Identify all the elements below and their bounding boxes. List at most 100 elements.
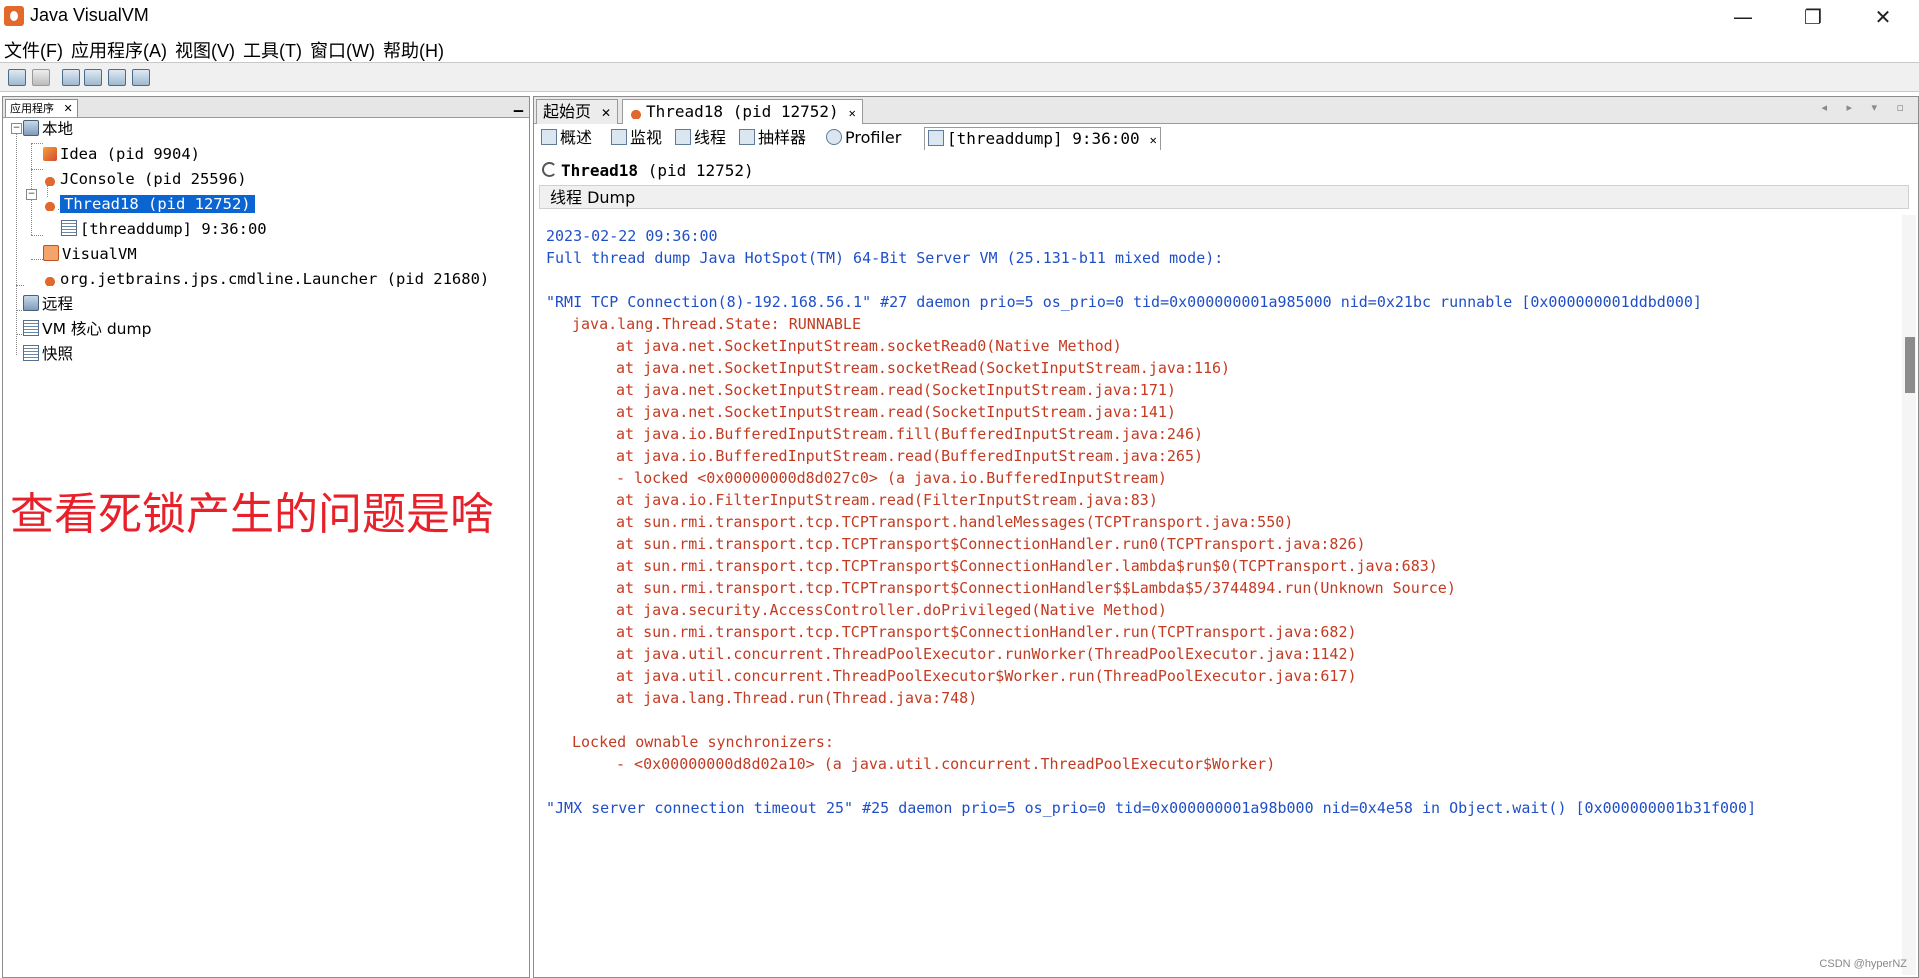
thread-dump-text[interactable]: 2023-02-22 09:36:00 Full thread dump Jav…: [536, 215, 1896, 975]
tree-item-launcher[interactable]: org.jetbrains.jps.cmdline.Launcher (pid …: [43, 267, 489, 291]
tree-item-visualvm[interactable]: VisualVM: [43, 242, 137, 266]
expand-thread18-toggle[interactable]: −: [26, 189, 37, 200]
tab-overview[interactable]: 概述: [538, 127, 595, 149]
applications-tab-bar: 应用程序 ✕ ▁: [3, 97, 529, 118]
tree-item-vm-core-dump-label: VM 核心 dump: [42, 320, 152, 338]
computer-icon: [23, 120, 39, 136]
tree-item-thread18-label: Thread18 (pid 12752): [60, 195, 255, 213]
tab-sampler[interactable]: 抽样器: [736, 127, 809, 149]
stack-frame: at java.security.AccessController.doPriv…: [616, 601, 1167, 619]
thread-header: "RMI TCP Connection(8)-192.168.56.1" #27…: [546, 293, 1702, 311]
menu-view[interactable]: 视图(V): [171, 34, 239, 62]
close-icon[interactable]: ✕: [601, 106, 611, 120]
add-core-dump-icon[interactable]: [132, 69, 150, 86]
vertical-scrollbar[interactable]: [1902, 215, 1916, 975]
stack-frame-lock: - locked <0x00000000d8d027c0> (a java.io…: [616, 469, 1167, 487]
monitor-icon: [611, 129, 627, 145]
applications-tab-label: 应用程序: [10, 102, 54, 115]
header-app-name: Thread18: [561, 161, 639, 180]
tab-profiler[interactable]: Profiler: [823, 127, 904, 149]
save-icon[interactable]: [32, 69, 50, 86]
menu-tools[interactable]: 工具(T): [239, 34, 306, 62]
section-header: 线程 Dump: [539, 185, 1909, 209]
tab-threaddump[interactable]: [threaddump] 9:36:00 ✕: [924, 127, 1161, 150]
stack-frame: at java.util.concurrent.ThreadPoolExecut…: [616, 645, 1357, 663]
tab-threads-label: 线程: [694, 128, 727, 147]
stack-frame: at java.io.FilterInputStream.read(Filter…: [616, 491, 1158, 509]
tab-start-page[interactable]: 起始页 ✕: [536, 99, 619, 124]
close-button[interactable]: ✕: [1848, 0, 1918, 34]
toolbar: [0, 62, 1919, 92]
tree-item-jconsole-label: JConsole (pid 25596): [60, 170, 247, 188]
annotation-text: 查看死锁产生的问题是啥: [10, 489, 494, 540]
applications-tab-close-icon[interactable]: ✕: [64, 102, 73, 115]
menu-applications[interactable]: 应用程序(A): [67, 34, 171, 62]
expand-local-toggle[interactable]: −: [11, 123, 22, 134]
tree-line: [31, 235, 43, 236]
tree-line: [16, 133, 17, 355]
tab-threads[interactable]: 线程: [672, 127, 729, 149]
section-title: 线程 Dump: [550, 188, 636, 207]
tab-monitor-label: 监视: [630, 128, 663, 147]
menu-window[interactable]: 窗口(W): [306, 34, 379, 62]
tree-line: [31, 143, 43, 144]
tree-item-snapshots-label: 快照: [42, 345, 74, 363]
tree-item-jconsole[interactable]: JConsole (pid 25596): [43, 167, 247, 191]
thread-state: java.lang.Thread.State: RUNNABLE: [572, 315, 861, 333]
tab-threaddump-label: [threaddump] 9:36:00: [947, 129, 1140, 148]
main-panel: 起始页 ✕ Thread18 (pid 12752) ✕ ◂ ▸ ▾ ▫ 概述 监视…: [533, 96, 1919, 978]
tree-line: [31, 169, 43, 170]
tree-line: [31, 259, 43, 260]
stack-frame: at java.net.SocketInputStream.read(Socke…: [616, 381, 1176, 399]
tree-item-remote-label: 远程: [42, 295, 74, 313]
menu-help[interactable]: 帮助(H): [379, 34, 448, 62]
core-dump-icon: [23, 320, 39, 336]
applications-tab[interactable]: 应用程序 ✕: [5, 99, 78, 117]
tree-item-visualvm-label: VisualVM: [62, 245, 137, 263]
java-app-icon: [43, 272, 57, 286]
tree-item-threaddump[interactable]: [threaddump] 9:36:00: [61, 217, 267, 241]
maximize-button[interactable]: ❐: [1778, 0, 1848, 34]
tree-item-local[interactable]: 本地: [23, 117, 73, 141]
tab-navigation-icons[interactable]: ◂ ▸ ▾ ▫: [1821, 101, 1912, 114]
menu-file[interactable]: 文件(F): [0, 34, 67, 62]
close-icon[interactable]: ✕: [1150, 133, 1157, 147]
tab-thread18-label: Thread18 (pid 12752): [646, 102, 839, 121]
tree-item-thread18[interactable]: Thread18 (pid 12752): [43, 192, 255, 216]
stack-frame: at java.io.BufferedInputStream.read(Buff…: [616, 447, 1203, 465]
minimize-panel-icon[interactable]: ▁: [514, 98, 523, 112]
tree-item-remote[interactable]: 远程: [23, 292, 73, 316]
stack-frame: at java.util.concurrent.ThreadPoolExecut…: [616, 667, 1357, 685]
tree-item-snapshots[interactable]: 快照: [23, 342, 73, 366]
tree-item-local-label: 本地: [42, 120, 74, 138]
window-title: Java VisualVM: [30, 5, 149, 25]
watermark: CSDN @hyperNZ: [1819, 958, 1907, 970]
tree-item-idea[interactable]: Idea (pid 9904): [43, 142, 200, 166]
header-pid: (pid 12752): [647, 161, 754, 180]
minimize-button[interactable]: —: [1708, 0, 1778, 34]
visualvm-icon: [43, 245, 59, 261]
open-snapshot-icon[interactable]: [8, 69, 26, 86]
tab-profiler-label: Profiler: [845, 128, 902, 147]
scrollbar-thumb[interactable]: [1905, 337, 1915, 393]
remote-host-icon: [23, 295, 39, 311]
tab-monitor[interactable]: 监视: [608, 127, 665, 149]
dump-vm-line: Full thread dump Java HotSpot(TM) 64-Bit…: [546, 249, 1224, 267]
stack-frame: at java.net.SocketInputStream.socketRead…: [616, 337, 1122, 355]
document-tab-bar: 起始页 ✕ Thread18 (pid 12752) ✕ ◂ ▸ ▾ ▫: [534, 97, 1918, 124]
load-snapshot-icon[interactable]: [108, 69, 126, 86]
thread-dump-icon: [61, 220, 77, 236]
tree-item-vm-core-dump[interactable]: VM 核心 dump: [23, 317, 151, 341]
tree-item-threaddump-label: [threaddump] 9:36:00: [80, 220, 267, 238]
view-tab-bar: 概述 监视 线程 抽样器 Profiler [threaddump] 9:36:…: [534, 125, 1918, 151]
tree-item-launcher-label: org.jetbrains.jps.cmdline.Launcher (pid …: [60, 270, 490, 288]
add-remote-host-icon[interactable]: [62, 69, 80, 86]
tab-thread18[interactable]: Thread18 (pid 12752) ✕: [622, 99, 863, 124]
stack-frame: at sun.rmi.transport.tcp.TCPTransport$Co…: [616, 623, 1357, 641]
stack-frame: at java.lang.Thread.run(Thread.java:748): [616, 689, 978, 707]
add-jmx-connection-icon[interactable]: [84, 69, 102, 86]
close-icon[interactable]: ✕: [849, 106, 856, 120]
java-app-icon: [43, 172, 57, 186]
tab-start-page-label: 起始页: [543, 102, 592, 121]
stack-frame: at sun.rmi.transport.tcp.TCPTransport$Co…: [616, 535, 1366, 553]
